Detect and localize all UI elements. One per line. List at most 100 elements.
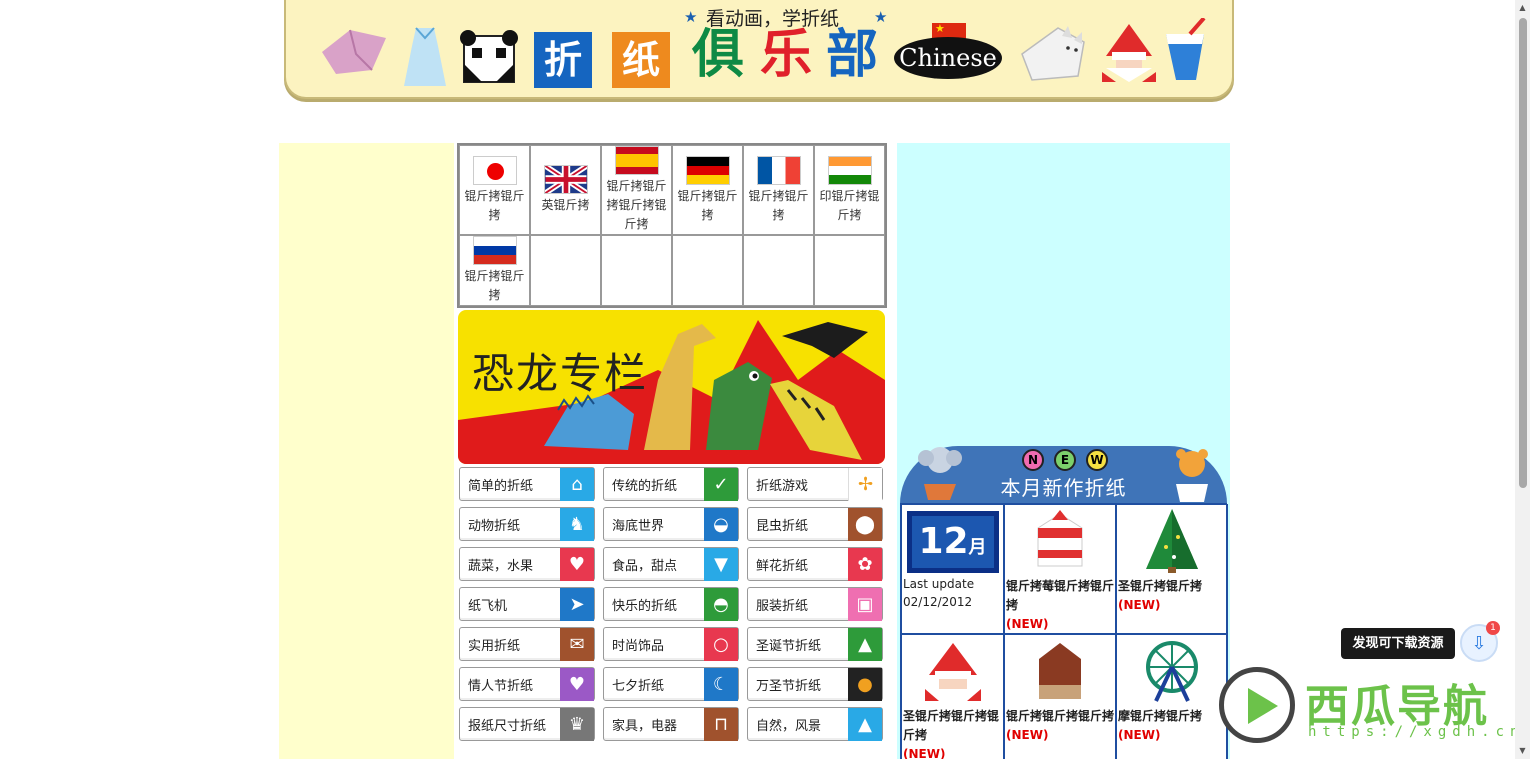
category-insects[interactable]: 昆虫折纸 ⬤ (747, 507, 883, 541)
category-food[interactable]: 食品，甜点 ▼ (603, 547, 739, 581)
category-label: 纸飞机 (468, 598, 508, 614)
new-work-name: 圣锟斤拷锟斤拷 (1118, 579, 1203, 593)
category-valentine[interactable]: 情人节折纸 ♥ (459, 667, 595, 701)
last-update-date: 02/12/2012 (903, 595, 973, 609)
category-label: 万圣节折纸 (756, 678, 822, 694)
pinwheel-icon: ✢ (848, 467, 882, 501)
category-newspaper[interactable]: 报纸尺寸折纸 ♛ (459, 707, 595, 741)
category-label: 时尚饰品 (612, 638, 665, 654)
scrollbar-thumb[interactable] (1519, 18, 1527, 488)
banner-tile-zhe: 折 (534, 32, 592, 88)
empty-cell (530, 235, 601, 306)
category-accessories[interactable]: 时尚饰品 ○ (603, 627, 739, 661)
language-link-fr[interactable]: 锟斤拷锟斤拷 (743, 145, 814, 235)
ladybug-icon: ⬤ (848, 507, 882, 541)
language-link-in[interactable]: 印锟斤拷锟斤拷 (814, 145, 885, 235)
language-table: 锟斤拷锟斤拷 英锟斤拷 锟斤拷锟斤拷锟斤拷锟斤拷 锟斤拷锟斤拷 锟斤拷锟斤拷 印… (457, 143, 887, 308)
new-work-item[interactable]: 圣锟斤拷锟斤拷锟斤拷 (NEW) (901, 634, 1004, 759)
category-halloween[interactable]: 万圣节折纸 ● (747, 667, 883, 701)
crane-icon: ✓ (704, 467, 738, 501)
new-work-item[interactable]: 圣锟斤拷锟斤拷 (NEW) (1116, 504, 1228, 634)
shirt-icon: ▣ (848, 587, 882, 621)
language-link-de[interactable]: 锟斤拷锟斤拷 (672, 145, 743, 235)
envelope-icon: ✉ (560, 627, 594, 661)
banner-subtitle: 看动画，学折纸 (706, 8, 840, 30)
notification-count: 1 (1486, 621, 1500, 635)
new-works-title: 本月新作折纸 (1000, 476, 1127, 500)
watermark-logo-icon (1219, 667, 1295, 743)
mountain-icon: ▲ (848, 707, 882, 741)
new-work-item[interactable]: 锟斤拷莓锟斤拷锟斤拷 (NEW) (1004, 504, 1116, 634)
category-flowers[interactable]: 鲜花折纸 ✿ (747, 547, 883, 581)
russia-flag-icon (472, 236, 517, 265)
category-sea[interactable]: 海底世界 ◒ (603, 507, 739, 541)
category-traditional[interactable]: 传统的折纸 ✓ (603, 467, 739, 501)
new-label: (NEW) (1118, 728, 1161, 742)
category-furniture[interactable]: 家具，电器 ⊓ (603, 707, 739, 741)
banner-tile-zhi: 纸 (612, 32, 670, 88)
category-easy[interactable]: 简单的折纸 ⌂ (459, 467, 595, 501)
category-christmas[interactable]: 圣诞节折纸 ▲ (747, 627, 883, 661)
new-work-name: 圣锟斤拷锟斤拷锟斤拷 (903, 709, 1000, 742)
origami-heart-icon (322, 29, 386, 74)
month-number: 12 (918, 521, 969, 562)
empty-cell (601, 235, 672, 306)
language-link-ru[interactable]: 锟斤拷锟斤拷 (459, 235, 530, 306)
giraffe-icon: ♞ (560, 507, 594, 541)
christmas-tree-icon (1146, 509, 1198, 573)
category-label: 服装折纸 (756, 598, 809, 614)
origami-cat-icon (1021, 26, 1085, 81)
table-icon: ⊓ (704, 707, 738, 741)
star-icon: ★ (684, 8, 698, 26)
category-label: 蔬菜，水果 (468, 558, 534, 574)
spain-flag-icon (614, 146, 659, 175)
new-badge-n: N (1022, 449, 1044, 471)
category-label: 情人节折纸 (468, 678, 534, 694)
category-fruit[interactable]: 蔬菜，水果 ♥ (459, 547, 595, 581)
category-nature[interactable]: 自然，风景 ▲ (747, 707, 883, 741)
category-label: 自然，风景 (756, 718, 822, 734)
new-works-header: N E W 本月新作折纸 (900, 446, 1227, 504)
tree-icon: ▲ (848, 627, 882, 661)
dinosaur-feature-banner[interactable]: 恐龙专栏 (458, 310, 885, 464)
category-games[interactable]: 折纸游戏 ✢ (747, 467, 883, 501)
language-label: 英锟斤拷 (541, 198, 590, 212)
language-label: 锟斤拷锟斤拷锟斤拷锟斤拷 (606, 179, 667, 231)
header-banner[interactable]: 折 纸 俱 乐 部 ★ 看动画，学折纸 ★ Chinese (284, 0, 1234, 99)
scroll-up-arrow-icon[interactable]: ▲ (1517, 3, 1528, 12)
new-work-item[interactable]: 锟斤拷锟斤拷锟斤拷 (NEW) (1004, 634, 1116, 759)
chocolate-house-icon (1039, 643, 1081, 699)
new-work-name: 摩锟斤拷锟斤拷 (1118, 709, 1203, 723)
language-badge[interactable]: Chinese (894, 37, 1002, 79)
category-label: 食品，甜点 (612, 558, 678, 574)
download-resources-button[interactable]: 发现可下载资源 (1341, 628, 1455, 659)
new-label: (NEW) (1118, 598, 1161, 612)
category-planes[interactable]: 纸飞机 ➤ (459, 587, 595, 621)
airplane-icon: ➤ (560, 587, 594, 621)
category-useful[interactable]: 实用折纸 ✉ (459, 627, 595, 661)
new-badge-w: W (1086, 449, 1108, 471)
watermark-url: https://xgdh.cn (1308, 724, 1525, 740)
banner-char-bu: 部 (826, 25, 879, 85)
category-fun[interactable]: 快乐的折纸 ◓ (603, 587, 739, 621)
language-link-ja[interactable]: 锟斤拷锟斤拷 (459, 145, 530, 235)
tanabata-icon: ☾ (704, 667, 738, 701)
scroll-down-arrow-icon[interactable]: ▼ (1517, 746, 1528, 755)
language-link-es[interactable]: 锟斤拷锟斤拷锟斤拷锟斤拷 (601, 145, 672, 235)
category-clothes[interactable]: 服装折纸 ▣ (747, 587, 883, 621)
new-badge-e: E (1054, 449, 1076, 471)
new-label: (NEW) (1006, 617, 1049, 631)
category-tanabata[interactable]: 七夕折纸 ☾ (603, 667, 739, 701)
dinosaur-banner-title: 恐龙专栏 (472, 349, 649, 398)
banner-char-le: 乐 (760, 25, 813, 85)
empty-cell (672, 235, 743, 306)
category-animals[interactable]: 动物折纸 ♞ (459, 507, 595, 541)
germany-flag-icon (685, 155, 730, 185)
language-link-en[interactable]: 英锟斤拷 (530, 145, 601, 235)
fish-icon: ◒ (704, 507, 738, 541)
left-sidebar (279, 143, 454, 759)
category-label: 七夕折纸 (612, 678, 665, 694)
language-label: 锟斤拷锟斤拷 (464, 188, 525, 222)
new-work-item[interactable]: 摩锟斤拷锟斤拷 (NEW) (1116, 634, 1228, 759)
strawberry-icon: ♥ (560, 547, 594, 581)
